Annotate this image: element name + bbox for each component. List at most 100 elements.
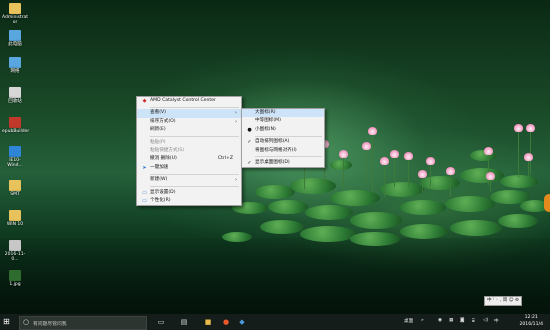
win10-folder-icon (9, 210, 21, 221)
desktop-shortcut[interactable]: epubBuilder (2, 117, 29, 134)
menu-item-label: 粘贴快捷方式(S) (150, 147, 185, 153)
lotus-stem (384, 164, 385, 197)
lotus-stem (422, 177, 423, 192)
tray-overflow-icon[interactable]: » (421, 318, 424, 323)
lotus-flower (526, 124, 535, 132)
view-submenu: 大图标(R) 中等图标(M) ● 小图标(N) ✓ 自动排列图标(A) 将图标与网格对齐(I… (241, 108, 325, 169)
desktop-shortcut[interactable]: IE10-Wind... (2, 146, 28, 168)
search-icon: ○ (23, 318, 30, 326)
tray-app-icon[interactable]: ◙ (460, 318, 464, 323)
lotus-leaf (420, 176, 460, 190)
submenu-arrow-icon: › (235, 177, 237, 184)
menu-item: 粘贴快捷方式(S) (137, 147, 241, 155)
ime-toolbar[interactable]: 中 ⁾ ◦ , 简 ☺ ⚙ (484, 296, 523, 306)
lotus-stem (394, 157, 395, 187)
desktop-shortcut[interactable]: Administrat or (2, 3, 28, 25)
menu-separator (255, 156, 322, 158)
desktop-shortcut[interactable]: 此电脑 (2, 30, 28, 47)
desktop-shortcut[interactable]: 回收站 (2, 87, 28, 104)
lotus-leaf (380, 182, 424, 197)
administrator-folder-icon (9, 3, 21, 14)
water-reflection (0, 238, 550, 314)
menu-item[interactable]: ● 小图标(N) (242, 126, 324, 134)
lotus-stem (366, 149, 367, 182)
lotus-stem (372, 134, 373, 192)
system-clock[interactable]: 12:21 2016/11/4 (519, 315, 543, 328)
search-placeholder: 有问题尽管问我 (33, 322, 67, 327)
menu-item[interactable]: ▭ 个性化(R) (137, 197, 241, 205)
lotus-flower (486, 172, 495, 180)
file-explorer-icon[interactable]: ▤ (179, 317, 189, 327)
smt-folder-icon (9, 180, 21, 191)
display-icon: ▭ (142, 189, 147, 196)
menu-item-label: 排序方式(O) (150, 118, 176, 124)
lotus-leaf (300, 226, 356, 242)
ime-text: 中 ⁾ ◦ , 简 ☺ ⚙ (487, 298, 520, 303)
cortana-search-box[interactable]: ○ 有问题尽管问我 (19, 316, 147, 330)
desktop-shortcut[interactable]: 网络 (2, 57, 28, 74)
menu-item[interactable]: 中等图标(M) (242, 117, 324, 125)
lotus-flower (524, 153, 533, 161)
menu-item[interactable]: ✓ 显示桌面图标(D) (242, 159, 324, 167)
desktop-shortcut[interactable]: SMT (2, 180, 28, 197)
tray-app-icon[interactable]: ▦ (449, 318, 453, 323)
speed-icon: ➤ (142, 164, 147, 171)
menu-separator (150, 173, 239, 175)
desktop-shortcut-label: WIN 10 (6, 222, 24, 227)
lotus-stem (343, 157, 344, 189)
menu-item-label: 新建(W) (150, 177, 168, 183)
amd-red-icon: ◆ (142, 98, 147, 104)
lotus-leaf (330, 190, 380, 206)
menu-item-label: 刷新(E) (150, 127, 166, 133)
menu-item-label: 一键加速 (150, 164, 169, 170)
lotus-flower (368, 127, 377, 135)
lotus-stem (450, 174, 451, 197)
menu-item-label: 个性化(R) (150, 197, 171, 203)
app-icon[interactable]: ◆ (237, 317, 247, 327)
lotus-stem (408, 159, 409, 187)
tray-app-icon[interactable]: ◉ (438, 318, 442, 323)
desktop-shortcut[interactable]: 2016-11-0... (2, 240, 28, 262)
side-widget-tab[interactable] (544, 194, 550, 212)
ime-tray-icon[interactable]: 中 (494, 318, 499, 324)
browser-icon[interactable]: ● (221, 317, 231, 327)
network-tray-icon[interactable]: ⌸ (472, 318, 475, 324)
desktop-shortcut[interactable]: WIN 10 (2, 210, 28, 227)
menu-item[interactable]: ➤ 一键加速 (137, 164, 241, 172)
windows-logo-icon: ⊞ (3, 317, 10, 326)
menu-item[interactable]: 刷新(E) (137, 126, 241, 134)
menu-item[interactable]: 将图标与网格对齐(I) (242, 147, 324, 155)
lotus-flower (362, 142, 371, 150)
lotus-stem (304, 167, 305, 189)
menu-item[interactable]: 新建(W) › (137, 176, 241, 184)
ie-icon (9, 146, 21, 157)
folder-icon[interactable]: ■ (203, 317, 213, 327)
menu-item[interactable]: ◆ AMD Catalyst Control Center (137, 97, 241, 105)
lotus-leaf (330, 160, 352, 170)
computer-icon (9, 30, 21, 41)
lotus-leaf (498, 214, 538, 228)
desktop-shortcut[interactable]: 1.jpg (2, 270, 28, 287)
submenu-arrow-icon: › (235, 118, 237, 125)
volume-icon[interactable]: ◁) (483, 318, 488, 323)
menu-item[interactable]: 查看(V) › (137, 109, 241, 118)
lotus-leaf (350, 212, 402, 229)
lotus-leaf (305, 205, 353, 220)
menu-item[interactable]: ✓ 自动排列图标(A) (242, 138, 324, 146)
desktop-toolbar-label[interactable]: 桌面 (404, 318, 413, 324)
task-view-icon[interactable]: ▭ (156, 317, 166, 327)
clock-date: 2016/11/4 (519, 321, 543, 327)
menu-item[interactable]: 撤消 删除(U) Ctrl+Z (137, 155, 241, 163)
lotus-stem (488, 154, 489, 185)
lotus-flower (404, 152, 413, 160)
desktop-shortcut-label: IE10-Wind... (7, 158, 23, 168)
lotus-leaf (290, 178, 336, 194)
checkmark-icon: ✓ (247, 139, 252, 146)
lotus-leaf (445, 196, 495, 212)
lotus-stem (490, 179, 491, 192)
start-button[interactable]: ⊞ (3, 318, 11, 326)
menu-separator (150, 136, 239, 138)
menu-item[interactable]: 大图标(R) (242, 109, 324, 118)
menu-item[interactable]: 排序方式(O) › (137, 118, 241, 126)
menu-item[interactable]: ▭ 显示设置(D) (137, 189, 241, 197)
